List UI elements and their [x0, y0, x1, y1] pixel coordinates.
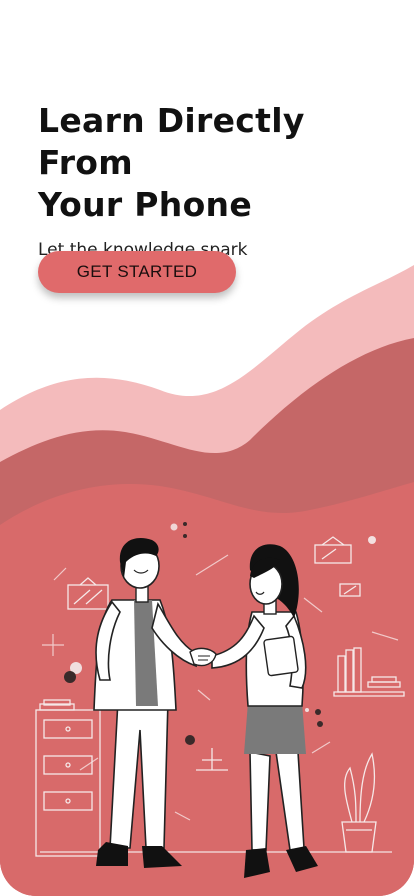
- title-line-2: Your Phone: [38, 185, 253, 224]
- wave-front: [0, 482, 414, 896]
- title-line-1: Learn Directly From: [38, 101, 305, 182]
- page-title: Learn Directly From Your Phone: [38, 100, 398, 226]
- onboarding-screen: Learn Directly From Your Phone Let the k…: [0, 0, 414, 896]
- get-started-button[interactable]: GET STARTED: [38, 251, 236, 293]
- hero-text: Learn Directly From Your Phone Let the k…: [38, 100, 398, 262]
